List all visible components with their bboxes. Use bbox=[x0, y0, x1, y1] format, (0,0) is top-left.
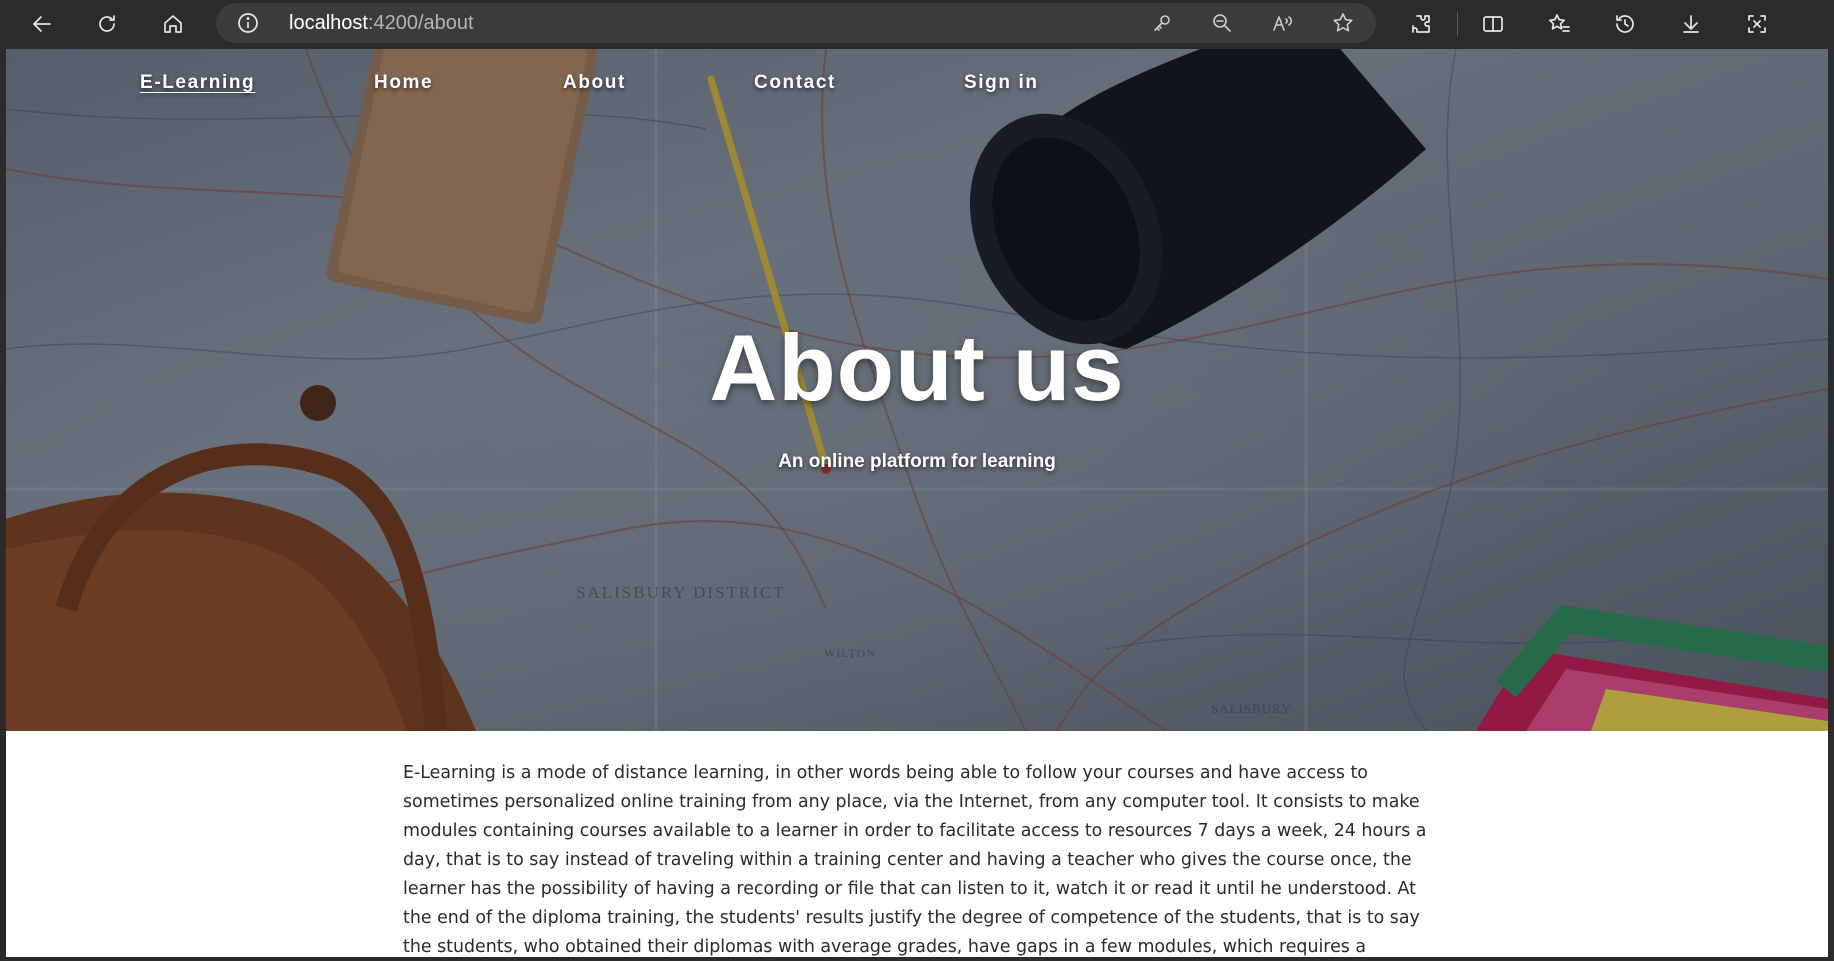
about-paragraph: E-Learning is a mode of distance learnin… bbox=[403, 763, 1427, 957]
back-icon[interactable] bbox=[24, 6, 60, 42]
info-icon[interactable] bbox=[236, 11, 260, 35]
read-aloud-icon[interactable] bbox=[1271, 11, 1295, 35]
nav-signin-link[interactable]: Sign in bbox=[964, 72, 1039, 94]
browser-toolbar: localhost:4200/about bbox=[0, 0, 1834, 49]
nav-home-link[interactable]: Home bbox=[374, 72, 433, 94]
favorite-star-icon[interactable] bbox=[1331, 11, 1355, 35]
url-host: localhost bbox=[289, 12, 368, 34]
key-icon[interactable] bbox=[1150, 11, 1174, 35]
main-navigation: E-Learning Home About Contact Sign in bbox=[6, 72, 1828, 102]
extensions-icon[interactable] bbox=[1403, 6, 1439, 42]
split-screen-icon[interactable] bbox=[1475, 6, 1511, 42]
nav-about-link[interactable]: About bbox=[563, 72, 626, 94]
page-title: About us bbox=[709, 315, 1125, 420]
url-text: localhost:4200/about bbox=[289, 12, 474, 35]
download-icon[interactable] bbox=[1673, 6, 1709, 42]
favorites-icon[interactable] bbox=[1541, 6, 1577, 42]
hero-banner: SALISBURY DISTRICT SALISBURY WILTON E-Le… bbox=[6, 49, 1828, 731]
nav-contact-link[interactable]: Contact bbox=[754, 72, 836, 94]
page-subtitle: An online platform for learning bbox=[778, 451, 1056, 472]
address-bar[interactable]: localhost:4200/about bbox=[216, 3, 1376, 43]
url-path: :4200/about bbox=[367, 12, 474, 34]
home-icon[interactable] bbox=[155, 6, 191, 42]
history-icon[interactable] bbox=[1607, 6, 1643, 42]
refresh-icon[interactable] bbox=[89, 6, 125, 42]
nav-brand-link[interactable]: E-Learning bbox=[140, 72, 255, 94]
screenshot-icon[interactable] bbox=[1739, 6, 1775, 42]
page-viewport: SALISBURY DISTRICT SALISBURY WILTON E-Le… bbox=[6, 49, 1828, 957]
toolbar-separator bbox=[1457, 12, 1458, 36]
zoom-out-icon[interactable] bbox=[1210, 11, 1234, 35]
